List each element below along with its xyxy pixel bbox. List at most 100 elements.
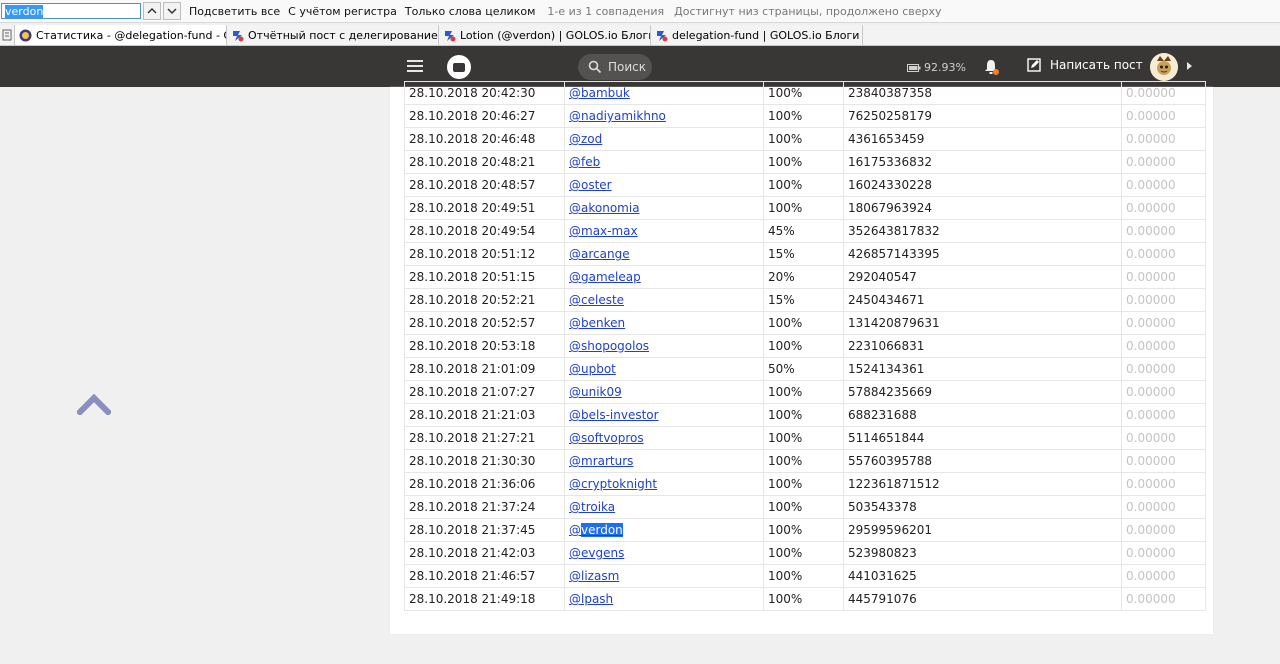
golos-blog-favicon-icon bbox=[657, 30, 668, 41]
voter-link[interactable]: @max-max bbox=[569, 224, 638, 238]
voter-link[interactable]: @evgens bbox=[569, 546, 624, 560]
vote-date: 28.10.2018 20:46:48 bbox=[404, 127, 565, 151]
bell-icon[interactable] bbox=[982, 58, 1000, 76]
voter-link[interactable]: @lizasm bbox=[569, 569, 619, 583]
vote-percent: 100% bbox=[763, 541, 844, 565]
tab-label: Статистика - @delegation-fund - GoldV... bbox=[36, 28, 226, 42]
voter-link[interactable]: @nadiyamikhno bbox=[569, 109, 666, 123]
voter-cell: @cryptoknight bbox=[564, 472, 764, 496]
golos-logo-icon[interactable] bbox=[447, 55, 471, 79]
voter-link[interactable]: @bambuk bbox=[569, 86, 630, 100]
vote-value: 0.00000 bbox=[1121, 242, 1206, 266]
voter-link[interactable]: @oster bbox=[569, 178, 612, 192]
vote-rshares: 352643817832 bbox=[843, 219, 1122, 243]
voter-link[interactable]: @celeste bbox=[569, 293, 624, 307]
highlight-all-toggle[interactable]: Подсветить все bbox=[189, 5, 280, 18]
menu-icon[interactable] bbox=[407, 60, 423, 73]
voter-link[interactable]: @cryptoknight bbox=[569, 477, 657, 491]
find-next-button[interactable] bbox=[163, 2, 181, 20]
avatar[interactable] bbox=[1150, 53, 1178, 81]
vote-date: 28.10.2018 20:51:12 bbox=[404, 242, 565, 266]
write-post-label: Написать пост bbox=[1050, 58, 1143, 72]
table-row: 28.10.2018 21:37:45 @verdon 100% 2959959620… bbox=[404, 518, 1206, 542]
vote-date: 28.10.2018 21:37:45 bbox=[404, 518, 565, 542]
match-case-toggle[interactable]: С учётом регистра bbox=[288, 5, 397, 18]
vote-percent: 100% bbox=[763, 564, 844, 588]
tab-label: Отчётный пост с делегированием сил... bbox=[248, 28, 439, 42]
vote-date: 28.10.2018 21:27:21 bbox=[404, 426, 565, 450]
search-placeholder: Поиск bbox=[608, 60, 647, 74]
whole-words-toggle[interactable]: Только слова целиком bbox=[405, 5, 535, 18]
vote-rshares: 1524134361 bbox=[843, 357, 1122, 381]
vote-rshares: 503543378 bbox=[843, 495, 1122, 519]
vote-date: 28.10.2018 21:30:30 bbox=[404, 449, 565, 473]
golos-blog-favicon-icon bbox=[233, 30, 244, 41]
voter-link[interactable]: @unik09 bbox=[569, 385, 622, 399]
tab-delegation-fund[interactable]: delegation-fund | GOLOS.io Блоги bbox=[651, 25, 863, 45]
voter-link[interactable]: @zod bbox=[569, 132, 602, 146]
voter-link[interactable]: @upbot bbox=[569, 362, 616, 376]
search-button[interactable]: Поиск bbox=[578, 54, 652, 80]
voter-cell: @oster bbox=[564, 173, 764, 197]
golos-favicon-icon bbox=[19, 29, 32, 41]
voter-link[interactable]: @shopogolos bbox=[569, 339, 649, 353]
voter-link[interactable]: @akonomia bbox=[569, 201, 640, 215]
voter-cell: @lizasm bbox=[564, 564, 764, 588]
vote-percent: 100% bbox=[763, 196, 844, 220]
find-previous-button[interactable] bbox=[143, 2, 161, 20]
vote-value: 0.00000 bbox=[1121, 173, 1206, 197]
tab-lotion-verdon[interactable]: Lotion (@verdon) | GOLOS.io Блоги bbox=[439, 25, 651, 45]
vote-date: 28.10.2018 20:46:27 bbox=[404, 104, 565, 128]
vote-percent: 100% bbox=[763, 81, 844, 105]
avatar-caret-icon[interactable] bbox=[1187, 62, 1192, 70]
vote-rshares: 131420879631 bbox=[843, 311, 1122, 335]
voter-link[interactable]: @softvopros bbox=[569, 431, 644, 445]
table-row: 28.10.2018 20:46:27 @nadiyamikhno 100% 7625… bbox=[404, 104, 1206, 128]
voter-link[interactable]: @lpash bbox=[569, 592, 613, 606]
tab-list-icon[interactable] bbox=[0, 25, 15, 45]
find-input[interactable]: verdon bbox=[1, 3, 141, 19]
voter-link[interactable]: @verdon bbox=[569, 523, 623, 537]
table-row: 28.10.2018 21:07:27 @unik09 100% 5788423566… bbox=[404, 380, 1206, 404]
voter-link[interactable]: @feb bbox=[569, 155, 600, 169]
vote-value: 0.00000 bbox=[1121, 334, 1206, 358]
vote-value: 0.00000 bbox=[1121, 495, 1206, 519]
table-row: 28.10.2018 21:27:21 @softvopros 100% 511465… bbox=[404, 426, 1206, 450]
vote-value: 0.00000 bbox=[1121, 357, 1206, 381]
voter-cell: @bambuk bbox=[564, 81, 764, 105]
vote-date: 28.10.2018 20:49:54 bbox=[404, 219, 565, 243]
vote-rshares: 2231066831 bbox=[843, 334, 1122, 358]
table-row: 28.10.2018 20:46:48 @zod 100% 4361653459 0.0… bbox=[404, 127, 1206, 151]
voter-link[interactable]: @arcange bbox=[569, 247, 630, 261]
voter-cell: @arcange bbox=[564, 242, 764, 266]
vote-date: 28.10.2018 21:21:03 bbox=[404, 403, 565, 427]
voter-cell: @gameleap bbox=[564, 265, 764, 289]
vote-percent: 45% bbox=[763, 219, 844, 243]
voter-link[interactable]: @mrarturs bbox=[569, 454, 633, 468]
voter-cell: @celeste bbox=[564, 288, 764, 312]
tab-statistics[interactable]: Статистика - @delegation-fund - GoldV... bbox=[15, 25, 227, 45]
voter-link[interactable]: @bels-investor bbox=[569, 408, 659, 422]
vote-value: 0.00000 bbox=[1121, 288, 1206, 312]
voter-link[interactable]: @troika bbox=[569, 500, 615, 514]
table-row: 28.10.2018 21:36:06 @cryptoknight 100% 1223… bbox=[404, 472, 1206, 496]
table-row: 28.10.2018 20:49:54 @max-max 45% 3526438178… bbox=[404, 219, 1206, 243]
vote-value: 0.00000 bbox=[1121, 380, 1206, 404]
vote-value: 0.00000 bbox=[1121, 104, 1206, 128]
table-row: 28.10.2018 21:42:03 @evgens 100% 523980823 0… bbox=[404, 541, 1206, 565]
vote-value: 0.00000 bbox=[1121, 449, 1206, 473]
chevron-down-icon bbox=[167, 8, 177, 15]
vote-rshares: 55760395788 bbox=[843, 449, 1122, 473]
tab-report-post[interactable]: Отчётный пост с делегированием сил... bbox=[227, 25, 439, 45]
vote-percent: 100% bbox=[763, 587, 844, 611]
write-post-button[interactable]: Написать пост bbox=[1027, 58, 1143, 72]
table-row: 28.10.2018 21:01:09 @upbot 50% 1524134361 0.… bbox=[404, 357, 1206, 381]
voter-link[interactable]: @benken bbox=[569, 316, 625, 330]
voter-cell: @softvopros bbox=[564, 426, 764, 450]
vote-rshares: 122361871512 bbox=[843, 472, 1122, 496]
vote-percent: 50% bbox=[763, 357, 844, 381]
vote-value: 0.00000 bbox=[1121, 541, 1206, 565]
voter-link[interactable]: @gameleap bbox=[569, 270, 641, 284]
scroll-to-top-icon[interactable] bbox=[77, 393, 111, 415]
vote-date: 28.10.2018 21:07:27 bbox=[404, 380, 565, 404]
